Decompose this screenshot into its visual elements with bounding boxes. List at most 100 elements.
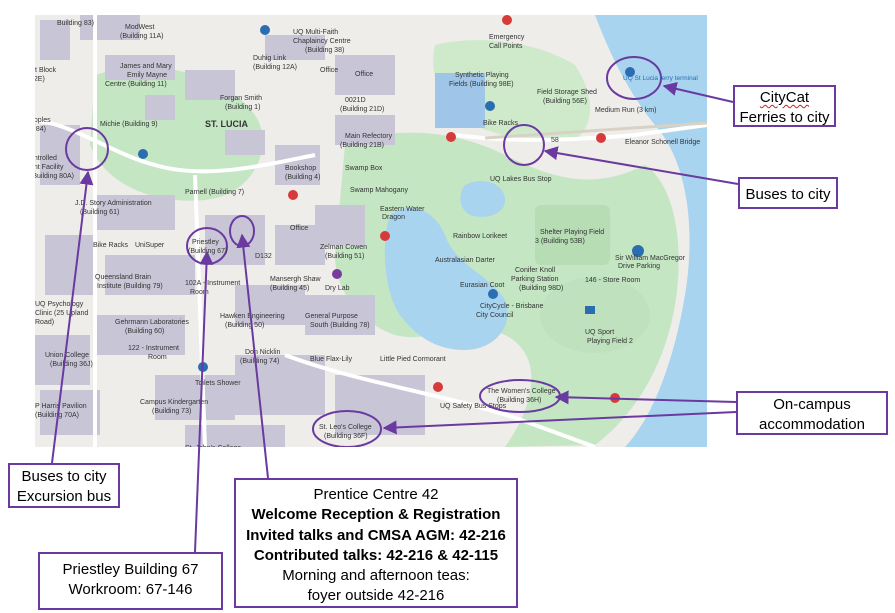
- map-label: Centre (Building 11): [105, 81, 167, 88]
- map-label: UQ Sport: [585, 329, 614, 336]
- map-label: Swamp Box: [345, 165, 383, 172]
- map-label: Mansergh Shaw: [270, 276, 322, 283]
- map-label: (Building 98D): [519, 285, 563, 292]
- bus-icon: [433, 382, 443, 392]
- map-label: Bookshop: [285, 165, 316, 172]
- map-label: City Council: [476, 312, 514, 319]
- ferry-terminal-label: UQ St Lucia ferry terminal: [623, 75, 698, 82]
- map-label: ontrolled: [35, 155, 57, 162]
- map-label: (Building 74): [240, 358, 279, 365]
- map-label: Emily Mayne: [127, 72, 167, 79]
- map-label: Medium Run (3 km): [595, 107, 656, 114]
- citycat-callout: CityCat Ferries to city: [733, 85, 836, 127]
- buses-right-callout: Buses to city: [738, 177, 838, 209]
- map-label: P Harris Pavilion: [35, 403, 87, 410]
- prentice-line2: Welcome Reception & Registration: [251, 506, 501, 524]
- priestley-line1: Priestley Building 67: [62, 561, 199, 578]
- map-label: Dry Lab: [325, 285, 350, 292]
- map-label: Parnell (Building 7): [185, 189, 244, 196]
- toilet-icon: [260, 25, 270, 35]
- map-label: Drive Parking: [618, 263, 660, 270]
- map-label: Australasian Darter: [435, 257, 496, 264]
- map-label: Eastern Water: [380, 206, 425, 213]
- map-label: Conifer Knoll: [515, 267, 556, 274]
- map-label: Bike Racks: [93, 242, 129, 249]
- map-label: (Building 1): [225, 104, 260, 111]
- prentice-line3: Invited talks and CMSA AGM: 42-216: [246, 526, 506, 544]
- map-label: Main Refectory: [345, 133, 393, 140]
- prentice-line5: Morning and afternoon teas:: [282, 567, 470, 584]
- map-label: Blue Flax-Lily: [310, 356, 353, 363]
- map-label: Forgan Smith: [220, 95, 262, 102]
- map-label: (Building 60): [125, 328, 164, 335]
- sport-icon: [585, 306, 595, 314]
- priestley-building-label: (Building 67): [188, 248, 227, 255]
- oncampus-callout: On-campus accommodation: [736, 391, 888, 435]
- map-label: CityCycle - Brisbane: [480, 303, 544, 310]
- map-label: St. John's College: [185, 445, 241, 447]
- map-label: Room: [148, 354, 167, 361]
- map-label: 58: [551, 137, 559, 144]
- map-label: Bike Racks: [483, 120, 519, 127]
- map-label: (Building 70A): [35, 412, 79, 419]
- map-label: Road): [35, 319, 54, 326]
- buses-left-callout: Buses to city Excursion bus: [8, 463, 120, 508]
- map-label: Toilets Shower: [195, 380, 241, 387]
- map-label: 122 - Instrument: [128, 345, 179, 352]
- map-label: Don Nicklin: [245, 349, 281, 356]
- map-label: Shelter Playing Field: [540, 229, 604, 236]
- map-label: Office: [290, 225, 308, 232]
- map-label: Union College: [45, 352, 89, 359]
- map-label: (Building 21B): [340, 142, 384, 149]
- map-label: (Building 36J): [50, 361, 93, 368]
- womens-college-label: The Women's College: [487, 388, 556, 395]
- map-label: 146 - Store Room: [585, 277, 640, 284]
- map-label: apples: [35, 117, 51, 124]
- map-label: Building 83): [57, 20, 94, 27]
- map-label: Office: [320, 67, 338, 74]
- prentice-line1: Prentice Centre 42: [313, 486, 439, 503]
- map-label: Queensland Brain: [95, 274, 151, 281]
- bike-rack-icon: [138, 149, 148, 159]
- map-label: UQ Multi-Faith: [293, 29, 338, 36]
- map-label: UQ Lakes Bus Stop: [490, 176, 552, 183]
- map-label: (Building 4): [285, 174, 320, 181]
- map-label: UQ Psychology: [35, 301, 84, 308]
- map-label: (Building 12A): [253, 64, 297, 71]
- dry-lab-icon: [332, 269, 342, 279]
- prentice-callout: Prentice Centre 42 Welcome Reception & R…: [234, 478, 518, 608]
- campus-map[interactable]: Building 83) ModWest (Building 11A) UQ Mult…: [35, 15, 707, 447]
- map-label: (Building 80A): [35, 173, 74, 180]
- map-label: (Building 45): [270, 285, 309, 292]
- map-label: General Purpose: [305, 313, 358, 320]
- map-label: Playing Field 2: [587, 338, 633, 345]
- womens-college-building-label: (Building 36H): [497, 397, 541, 404]
- map-label: Hawken Engineering: [220, 313, 285, 320]
- map-label: D132: [255, 253, 272, 260]
- citycat-title: CityCat: [759, 89, 810, 106]
- map-label: Campus Kindergarten: [140, 399, 208, 406]
- prentice-line6: foyer outside 42-216: [307, 587, 445, 605]
- map-label: Emergency: [489, 34, 525, 41]
- toilet-shower-icon: [198, 362, 208, 372]
- st-leos-building-label: (Building 36F): [324, 433, 368, 440]
- map-label: Office: [355, 71, 373, 78]
- map-label: J.D. Story Administration: [75, 200, 152, 207]
- map-label: Michie (Building 9): [100, 121, 158, 128]
- map-label: Swamp Mahogany: [350, 187, 408, 194]
- prentice-line4: Contributed talks: 42-216 & 42-115: [253, 546, 499, 564]
- oncampus-line2: accommodation: [759, 416, 865, 434]
- map-label: Parking Station: [511, 276, 559, 283]
- map-label: Institute (Building 79): [97, 283, 163, 290]
- map-label: Duhig Link: [253, 55, 287, 62]
- map-label: Chaplaincy Centre: [293, 38, 351, 45]
- map-label: South (Building 78): [310, 322, 370, 329]
- map-label: Rainbow Lorikeet: [453, 233, 507, 240]
- map-label: (Building 61): [80, 209, 119, 216]
- map-label: 82E): [35, 76, 45, 83]
- map-label: Little Pied Cormorant: [380, 356, 446, 363]
- map-label: Eurasian Coot: [460, 282, 504, 289]
- map-label: 0021D: [345, 97, 366, 104]
- map-label: ent Facility: [35, 164, 64, 171]
- map-label: Sir William MacGregor: [615, 255, 686, 262]
